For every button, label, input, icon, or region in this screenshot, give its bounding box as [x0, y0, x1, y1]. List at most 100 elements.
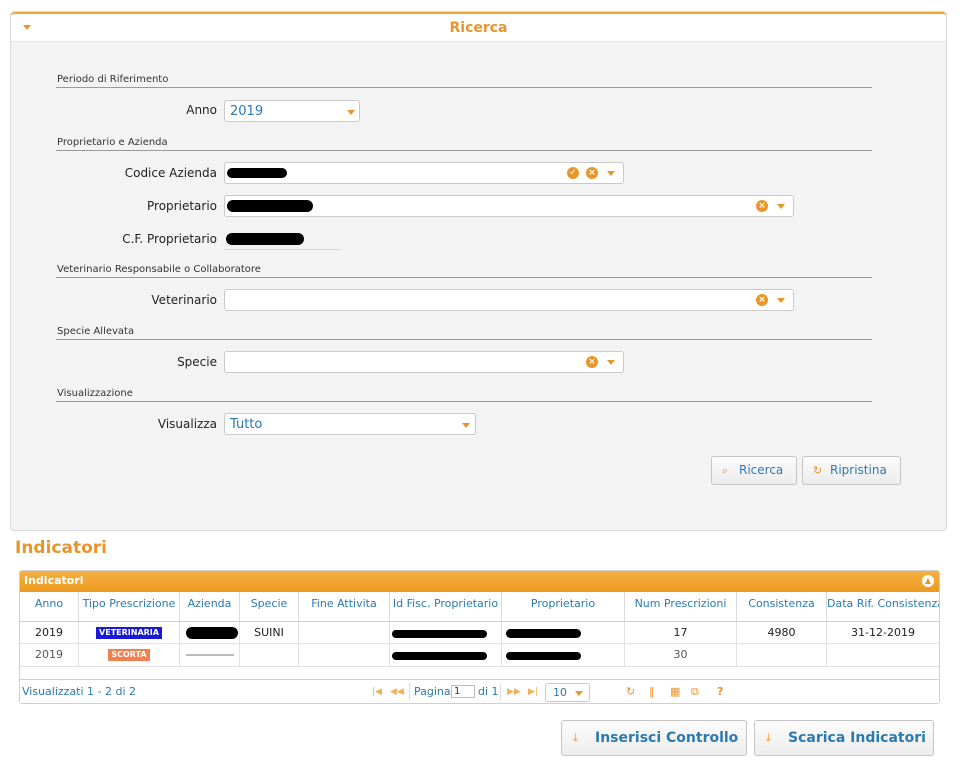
visualizza-value: Tutto [230, 417, 263, 432]
proprietario-field[interactable]: × [224, 195, 794, 217]
dropdown-caret-icon[interactable] [777, 298, 785, 303]
section-divider [56, 339, 872, 340]
column-header[interactable]: Data Rif. Consistenza [827, 592, 939, 621]
reload-icon[interactable]: ↻ [626, 685, 635, 698]
tipo-badge: VETERINARIA [96, 627, 162, 639]
first-page-icon[interactable]: |◀ [372, 687, 382, 697]
cell-num-prescrizioni: 17 [625, 622, 737, 644]
page-size-select[interactable]: 10 [545, 683, 590, 702]
last-page-icon[interactable]: ▶| [528, 687, 538, 697]
veterinario-field[interactable]: × [224, 289, 794, 311]
veterinario-label: Veterinario [151, 293, 217, 307]
column-header[interactable]: Specie [240, 592, 299, 621]
download-indicators-label: Scarica Indicatori [788, 730, 926, 746]
section-visualizzazione: Visualizzazione [57, 388, 133, 399]
cell-fine-attivita [299, 622, 390, 644]
section-veterinario: Veterinario Responsabile o Collaboratore [57, 264, 261, 275]
clear-circle-icon[interactable]: × [586, 167, 598, 179]
column-header[interactable]: Azienda [180, 592, 240, 621]
column-header[interactable]: Fine Attivita [299, 592, 390, 621]
anno-select[interactable]: 2019 [224, 100, 360, 122]
column-header[interactable]: Tipo Prescrizione [79, 592, 180, 621]
dropdown-caret-icon[interactable] [575, 691, 583, 696]
grid-caption: Indicatori ▲ [20, 571, 939, 592]
table-icon[interactable]: ▦ [670, 685, 680, 698]
column-header[interactable]: Anno [20, 592, 79, 621]
pager-summary: Visualizzati 1 - 2 di 2 [22, 685, 137, 698]
page-size-value: 10 [553, 686, 567, 699]
section-divider [56, 401, 872, 402]
dropdown-caret-icon[interactable] [347, 110, 355, 115]
section-periodo: Periodo di Riferimento [57, 74, 169, 85]
cell-tipo: VETERINARIA [79, 622, 180, 644]
section-divider [56, 87, 872, 88]
columns-icon[interactable]: ‖ [649, 685, 655, 698]
proprietario-label: Proprietario [147, 199, 217, 213]
grid-pager: Visualizzati 1 - 2 di 2 |◀ ◀◀ Pagina 1 d… [20, 679, 939, 703]
visualizza-select[interactable]: Tutto [224, 413, 476, 435]
refresh-icon: ↻ [813, 464, 823, 477]
cell-data-rif [827, 644, 939, 666]
cf-proprietario-field [224, 230, 340, 250]
search-panel-header[interactable]: Ricerca [11, 12, 946, 42]
cell-id-fisc [390, 644, 502, 666]
specie-field[interactable]: × [224, 351, 624, 373]
column-header[interactable]: Id Fisc. Proprietario [390, 592, 502, 621]
search-button[interactable]: ⌕ Ricerca [711, 456, 797, 485]
dropdown-caret-icon[interactable] [777, 204, 785, 209]
dropdown-caret-icon[interactable] [607, 171, 615, 176]
clear-circle-icon[interactable]: × [756, 294, 768, 306]
redacted-value [186, 654, 234, 656]
redacted-value [506, 629, 581, 638]
download-icon: ⤓ [766, 731, 771, 744]
cell-anno: 2019 [20, 644, 79, 666]
redacted-value [226, 233, 304, 245]
insert-control-label: Inserisci Controllo [595, 730, 739, 746]
redacted-value [392, 652, 487, 660]
codice-azienda-field[interactable]: ✓ × [224, 162, 624, 184]
insert-control-button[interactable]: ⤓ Inserisci Controllo [561, 720, 747, 756]
next-page-icon[interactable]: ▶▶ [507, 687, 521, 697]
dropdown-caret-icon[interactable] [462, 423, 470, 428]
anno-value: 2019 [230, 104, 264, 119]
download-icon: ⤓ [573, 731, 578, 744]
redacted-value [506, 652, 581, 660]
clear-circle-icon[interactable]: × [756, 200, 768, 212]
visualizza-label: Visualizza [157, 417, 217, 431]
row-divider [20, 666, 939, 667]
dropdown-caret-icon[interactable] [607, 360, 615, 365]
anno-label: Anno [186, 103, 217, 117]
tipo-badge: SCORTA [108, 649, 150, 661]
download-indicators-button[interactable]: ⤓ Scarica Indicatori [754, 720, 934, 756]
prev-page-icon[interactable]: ◀◀ [390, 687, 404, 697]
cell-proprietario [502, 644, 625, 666]
page-of-label: di 1 [478, 685, 499, 698]
cell-fine-attivita [299, 644, 390, 666]
export-icon[interactable]: ⧉ [691, 685, 699, 699]
section-specie: Specie Allevata [57, 326, 135, 337]
check-circle-icon[interactable]: ✓ [567, 167, 579, 179]
search-icon: ⌕ [722, 464, 729, 477]
search-panel: Ricerca Periodo di Riferimento Anno 2019… [10, 11, 947, 531]
redacted-value [186, 627, 238, 639]
reset-button[interactable]: ↻ Ripristina [802, 456, 901, 485]
indicators-grid: Indicatori ▲ Anno Tipo Prescrizione Azie… [19, 570, 940, 704]
cf-proprietario-label: C.F. Proprietario [122, 232, 217, 246]
section-divider [56, 150, 872, 151]
cell-specie [240, 644, 299, 666]
codice-azienda-label: Codice Azienda [124, 166, 217, 180]
cell-num-prescrizioni: 30 [625, 644, 737, 666]
collapse-grid-icon[interactable]: ▲ [922, 575, 934, 587]
cell-proprietario [502, 622, 625, 644]
page-input[interactable]: 1 [451, 685, 475, 698]
search-panel-title: Ricerca [449, 20, 508, 36]
column-header[interactable]: Proprietario [502, 592, 625, 621]
cell-id-fisc [390, 622, 502, 644]
column-header[interactable]: Consistenza [737, 592, 827, 621]
clear-circle-icon[interactable]: × [586, 356, 598, 368]
cell-azienda [180, 622, 240, 644]
redacted-value [227, 168, 287, 178]
help-icon[interactable]: ? [717, 685, 723, 698]
cell-consistenza [737, 644, 827, 666]
column-header[interactable]: Num Prescrizioni [625, 592, 737, 621]
